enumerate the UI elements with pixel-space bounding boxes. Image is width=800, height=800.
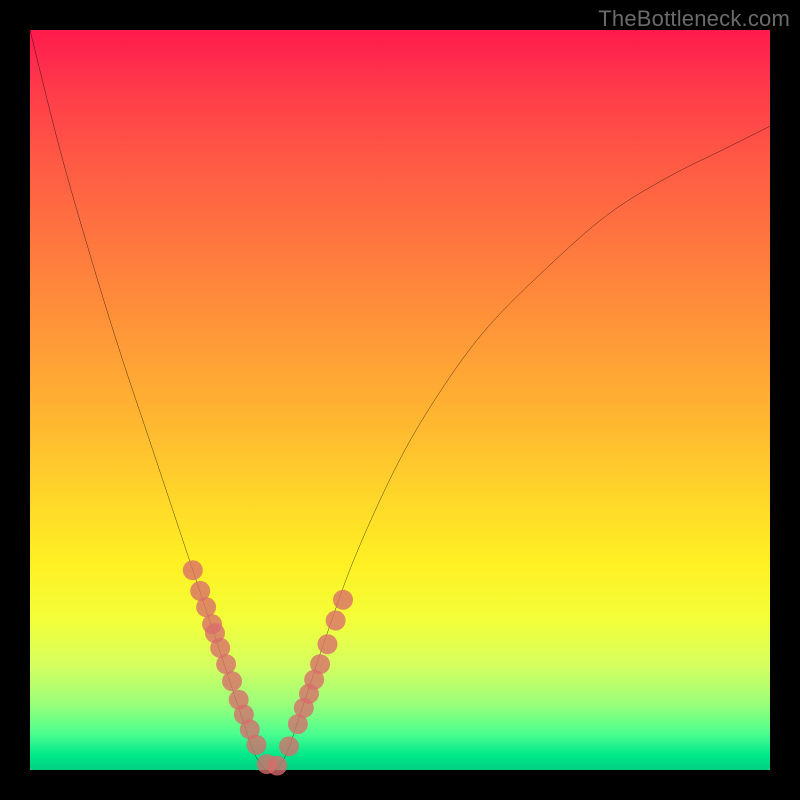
chart-canvas: TheBottleneck.com xyxy=(0,0,800,800)
data-point xyxy=(216,654,236,674)
data-point xyxy=(267,756,287,776)
data-point xyxy=(310,654,330,674)
data-point xyxy=(333,590,353,610)
data-point xyxy=(222,671,242,691)
data-point xyxy=(196,597,216,617)
plot-area xyxy=(30,30,770,770)
measured-points-group xyxy=(183,560,353,775)
bottleneck-curve xyxy=(30,30,770,771)
data-point xyxy=(183,560,203,580)
data-point xyxy=(317,634,337,654)
data-point xyxy=(326,611,346,631)
attribution-text: TheBottleneck.com xyxy=(598,6,790,32)
data-point xyxy=(279,736,299,756)
chart-svg xyxy=(30,30,770,770)
data-point xyxy=(246,735,266,755)
